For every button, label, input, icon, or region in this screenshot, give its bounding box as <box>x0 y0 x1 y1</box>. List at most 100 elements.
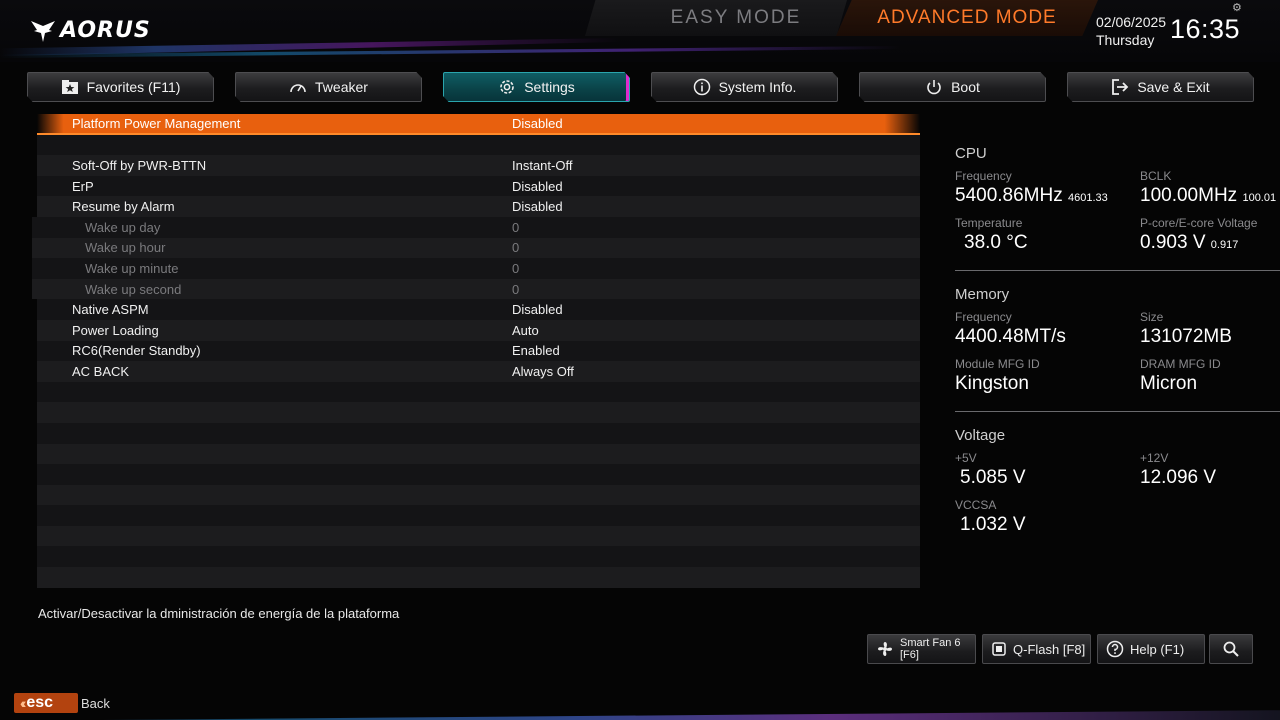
tab-settings[interactable]: Settings <box>443 72 630 102</box>
qflash-label: Q-Flash [F8] <box>1013 641 1086 657</box>
setting-label: Wake up hour <box>85 240 166 256</box>
gear-icon <box>498 78 516 96</box>
voltage-section: Voltage +5V 5.085 V +12V 12.096 V VCCSA … <box>946 427 1280 547</box>
tab-boot[interactable]: Boot <box>859 72 1046 102</box>
setting-row-native-aspm[interactable]: Native ASPM Disabled <box>37 299 920 320</box>
setting-label: ErP <box>72 178 94 194</box>
setting-label: Native ASPM <box>72 302 149 318</box>
header-gear-icon[interactable]: ⚙ <box>1232 1 1242 14</box>
setting-row-erp[interactable]: ErP Disabled <box>37 175 920 197</box>
advanced-mode-button[interactable]: ADVANCED MODE <box>836 0 1098 36</box>
logo-text: AORUS <box>60 17 151 43</box>
tab-tweaker[interactable]: Tweaker <box>235 72 422 102</box>
empty-row <box>37 546 920 568</box>
search-button[interactable] <box>1209 634 1253 664</box>
tab-save-exit[interactable]: Save & Exit <box>1067 72 1254 102</box>
date-display: 02/06/2025 Thursday <box>1096 13 1166 49</box>
search-icon <box>1222 640 1240 658</box>
dram-mfg-id: DRAM MFG ID Micron <box>1140 357 1221 395</box>
setting-value: Auto <box>512 322 539 338</box>
exit-icon <box>1111 78 1129 96</box>
cpu-section: CPU Frequency 5400.86MHz 4601.33 BCLK 10… <box>946 145 1280 275</box>
voltage-12v-label: +12V <box>1140 451 1169 465</box>
voltage-vccsa: VCCSA 1.032 V <box>955 498 1026 536</box>
star-folder-icon <box>61 78 79 96</box>
memory-size-value: 131072MB <box>1140 326 1232 347</box>
empty-row <box>37 525 920 547</box>
setting-row-platform-power-management[interactable]: Platform Power Management Disabled <box>37 114 920 135</box>
bclk-sub: 100.01 <box>1242 192 1277 204</box>
setting-row-soft-off[interactable]: Soft-Off by PWR-BTTN Instant-Off <box>37 155 920 176</box>
module-mfg-value: Kingston <box>955 373 1029 394</box>
setting-value: 0 <box>512 219 520 235</box>
double-chevron-left-icon: ‹‹ <box>20 695 27 711</box>
help-description: Activar/Desactivar la dministración de e… <box>38 606 400 621</box>
tab-favorites[interactable]: Favorites (F11) <box>27 72 214 102</box>
setting-row-resume-by-alarm[interactable]: Resume by Alarm Disabled <box>37 196 920 217</box>
advanced-mode-label: ADVANCED MODE <box>877 7 1057 28</box>
cpu-frequency-label: Frequency <box>955 169 1012 183</box>
setting-value: Disabled <box>512 115 563 131</box>
tab-label: System Info. <box>718 79 797 95</box>
info-icon <box>693 78 711 96</box>
empty-row <box>37 443 920 465</box>
cpu-temperature-value: 38.0 °C <box>964 232 1028 253</box>
settings-list: Platform Power Management Disabled Soft-… <box>32 114 920 588</box>
memory-frequency: Frequency 4400.48MT/s <box>955 310 1066 348</box>
cpu-temperature-label: Temperature <box>955 216 1023 230</box>
tab-label: Boot <box>951 79 980 95</box>
empty-row <box>37 505 920 526</box>
bclk-label: BCLK <box>1140 169 1172 183</box>
voltage-12v: +12V 12.096 V <box>1140 451 1216 489</box>
empty-row <box>37 134 920 156</box>
dram-mfg-value: Micron <box>1140 373 1198 394</box>
memory-frequency-label: Frequency <box>955 310 1012 324</box>
setting-row-wake-up-second: Wake up second 0 <box>32 278 920 300</box>
setting-value: 0 <box>512 260 520 276</box>
setting-label: Wake up minute <box>85 260 179 276</box>
empty-row <box>37 381 920 403</box>
section-divider <box>955 411 1280 412</box>
voltage-5v-label: +5V <box>955 451 977 465</box>
aorus-eagle-icon <box>31 21 55 42</box>
help-button[interactable]: Help (F1) <box>1097 634 1205 664</box>
cpu-frequency-sub: 4601.33 <box>1068 192 1108 204</box>
voltage-vccsa-value: 1.032 V <box>960 514 1026 535</box>
power-icon <box>925 78 943 96</box>
core-voltage-sub: 0.917 <box>1210 239 1239 251</box>
setting-label: Resume by Alarm <box>72 199 175 215</box>
section-divider <box>955 270 1280 271</box>
speedometer-icon <box>289 78 307 96</box>
memory-size-label: Size <box>1140 310 1164 324</box>
cpu-frequency: Frequency 5400.86MHz 4601.33 <box>955 169 1108 207</box>
day-text: Thursday <box>1096 32 1155 48</box>
chip-icon <box>991 641 1007 657</box>
voltage-5v-value: 5.085 V <box>960 467 1026 488</box>
qflash-button[interactable]: Q-Flash [F8] <box>982 634 1091 664</box>
easy-mode-button[interactable]: EASY MODE <box>585 0 847 36</box>
help-label: Help (F1) <box>1130 641 1185 657</box>
setting-row-ac-back[interactable]: AC BACK Always Off <box>37 361 920 382</box>
section-title: Voltage <box>955 427 1006 444</box>
empty-row <box>37 464 920 485</box>
memory-size: Size 131072MB <box>1140 310 1232 348</box>
setting-label: Platform Power Management <box>72 115 241 131</box>
tab-label: Settings <box>524 79 575 95</box>
voltage-5v: +5V 5.085 V <box>955 451 1026 489</box>
setting-row-rc6[interactable]: RC6(Render Standby) Enabled <box>37 340 920 362</box>
core-voltage-value: 0.903 V 0.917 <box>1140 232 1239 253</box>
tab-system-info[interactable]: System Info. <box>651 72 838 102</box>
dram-mfg-label: DRAM MFG ID <box>1140 357 1221 371</box>
setting-label: Soft-Off by PWR-BTTN <box>72 157 207 173</box>
setting-row-power-loading[interactable]: Power Loading Auto <box>37 319 920 341</box>
esc-back-button[interactable]: ‹‹ esc <box>14 693 78 713</box>
esc-label: esc <box>26 694 54 711</box>
core-voltage-label: P-core/E-core Voltage <box>1140 216 1258 230</box>
tab-label: Favorites (F11) <box>86 79 181 95</box>
smart-fan-button[interactable]: Smart Fan 6 [F6] <box>867 634 976 664</box>
setting-value: Enabled <box>512 343 560 359</box>
tab-label: Save & Exit <box>1137 79 1210 95</box>
help-icon <box>1106 640 1124 658</box>
module-mfg-id: Module MFG ID Kingston <box>955 357 1040 395</box>
cpu-frequency-value: 5400.86MHz 4601.33 <box>955 185 1108 206</box>
